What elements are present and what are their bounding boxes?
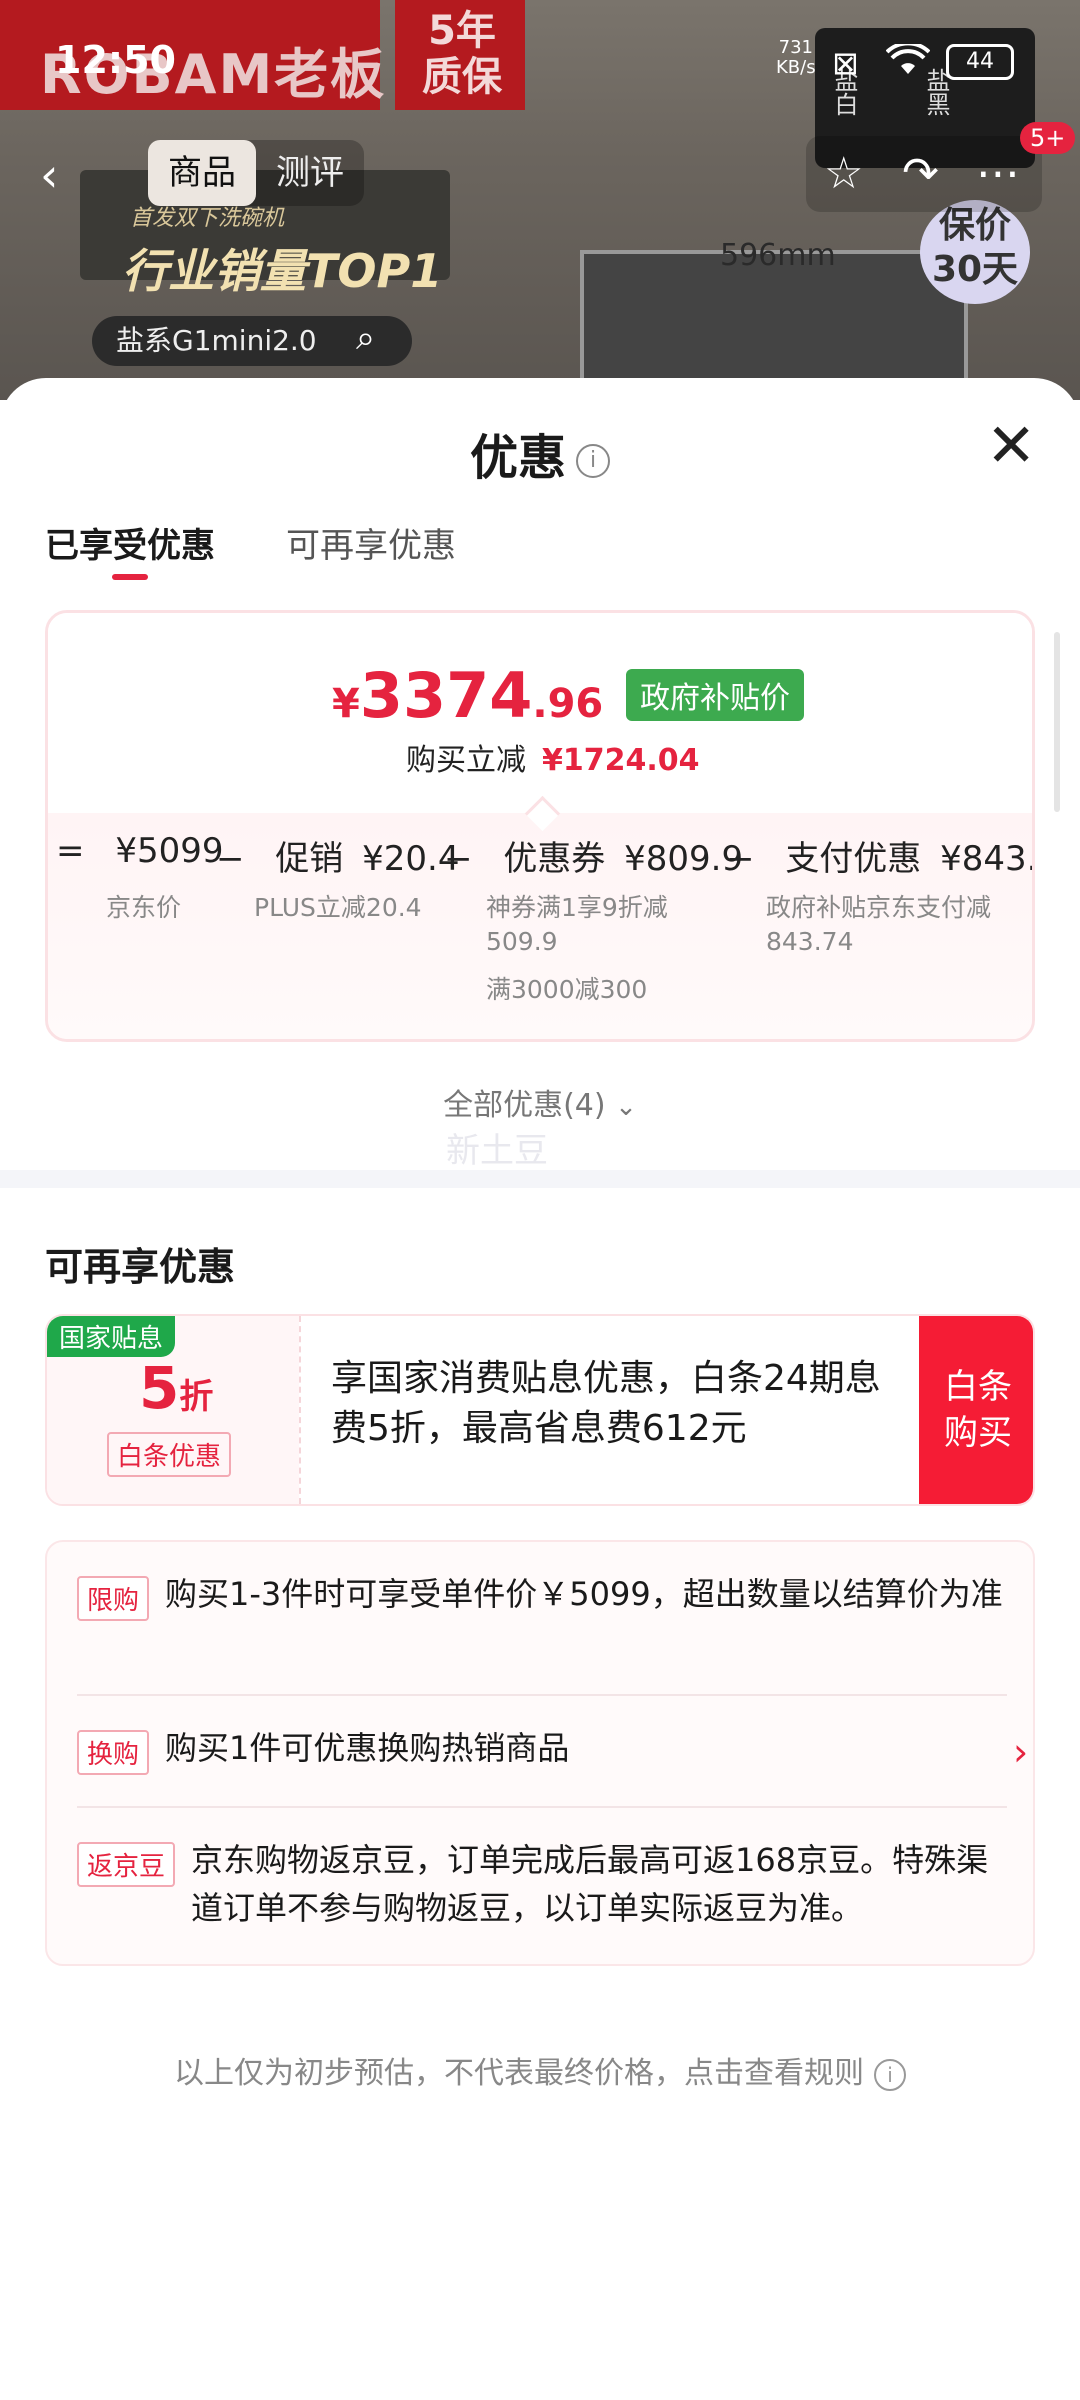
- network-speed: 731 KB/s: [776, 38, 816, 78]
- rule-tag: 返京豆: [77, 1842, 176, 1887]
- rule-tag: 限购: [77, 1576, 150, 1621]
- chevron-right-icon: ›: [1013, 1730, 1029, 1774]
- all-discounts-label: 全部优惠(4): [443, 1088, 606, 1123]
- price-breakdown-card: ¥3374.96 政府补贴价 购买立减 ¥1724.04 = ¥5099 京东价 …: [45, 610, 1035, 1042]
- breakdown-label: 促销: [275, 839, 344, 879]
- baitiao-tag: 白条优惠: [107, 1432, 232, 1477]
- rule-text: 购买1-3件时可享受单件价￥5099，超出数量以结算价为准: [165, 1575, 1003, 1613]
- breakdown-value: ¥5099: [115, 831, 224, 871]
- rule-limit: 限购 购买1-3件时可享受单件价￥5099，超出数量以结算价为准: [77, 1572, 1007, 1668]
- breakdown-note: 政府补贴京东支付减: [766, 893, 992, 922]
- status-time: 12:50: [55, 38, 176, 82]
- section-divider: [0, 1170, 1080, 1188]
- breakdown-value: ¥843.74: [940, 839, 1035, 879]
- wifi-icon: [885, 41, 931, 86]
- final-price: ¥3374.96: [332, 659, 603, 732]
- product-nav-bar: ‹ 商品 测评 ☆ ↷ ⋯ 5+: [0, 122, 1080, 220]
- nav-actions: ☆ ↷ ⋯: [806, 136, 1042, 212]
- baitiao-buy-button[interactable]: 白条 购买: [919, 1316, 1033, 1504]
- breakdown-label: 支付优惠: [785, 839, 922, 879]
- section-title-available: 可再享优惠: [45, 1245, 236, 1289]
- operator-sign: −: [444, 839, 473, 879]
- network-speed-value: 731: [778, 37, 813, 58]
- rule-divider: [77, 1806, 1007, 1808]
- gov-subsidy-tag: 政府补贴价: [626, 669, 804, 721]
- network-speed-unit: KB/s: [776, 57, 816, 78]
- more-icon[interactable]: ⋯: [976, 148, 1020, 199]
- measure-label: 596mm: [720, 238, 836, 273]
- operator-sign: −: [216, 839, 245, 879]
- segment-underline: [112, 574, 148, 580]
- status-bar: 12:50 731 KB/s ⊠ 44: [0, 0, 1080, 110]
- breakdown-note: PLUS立减20.4: [254, 893, 422, 922]
- back-chevron-icon[interactable]: ‹: [40, 148, 58, 202]
- discount-value: 5折: [139, 1354, 213, 1422]
- reduce-line: 购买立减 ¥1724.04: [406, 735, 700, 779]
- breakdown-item-coupon: − 优惠券 ¥809.9: [444, 831, 743, 880]
- baitiao-buy-label: 白条 购买: [944, 1367, 1012, 1453]
- gov-interest-ribbon: 国家贴息: [47, 1316, 176, 1357]
- rule-exchange[interactable]: 换购 购买1件可优惠换购热销商品 ›: [77, 1726, 1028, 1776]
- purchase-rules-card: 限购 购买1-3件时可享受单件价￥5099，超出数量以结算价为准 换购 购买1件…: [45, 1540, 1035, 1966]
- chevron-down-icon: ⌄: [615, 1092, 637, 1122]
- info-icon: i: [874, 2058, 906, 2091]
- breakdown-note: 京东价: [106, 893, 182, 922]
- product-tabs: 商品 测评: [148, 140, 364, 206]
- sheet-title: 优惠 i: [0, 418, 1080, 488]
- breakdown-label: 优惠券: [503, 839, 606, 879]
- close-icon[interactable]: ✕: [986, 416, 1036, 476]
- search-icon[interactable]: ⌕: [356, 318, 418, 364]
- tab-review[interactable]: 测评: [256, 140, 364, 206]
- price-integer: 3374: [359, 659, 533, 732]
- breakdown-note: 509.9: [486, 927, 558, 956]
- scrollbar[interactable]: [1054, 632, 1060, 812]
- reduce-amount: ¥1724.04: [542, 743, 700, 778]
- info-icon[interactable]: i: [576, 444, 610, 478]
- message-badge: 5+: [1020, 122, 1076, 154]
- discount-number: 5: [139, 1354, 180, 1422]
- breakdown-note: 843.74: [766, 927, 854, 956]
- sim-off-icon: ⊠: [832, 44, 859, 82]
- coupon-description: 享国家消费贴息优惠，白条24期息费5折，最高省息费612元: [331, 1358, 881, 1449]
- battery-indicator: 44: [946, 44, 1014, 80]
- star-icon[interactable]: ☆: [824, 148, 863, 199]
- tab-product[interactable]: 商品: [148, 140, 256, 206]
- breakdown-item-jd-price: = ¥5099: [56, 831, 223, 871]
- price-decimal: .96: [532, 681, 604, 727]
- estimate-disclaimer[interactable]: 以上仅为初步预估，不代表最终价格，点击查看规则 i: [0, 2048, 1080, 2092]
- operator-sign: =: [56, 831, 85, 871]
- coupon-divider: [299, 1316, 301, 1504]
- rule-tag: 换购: [77, 1730, 150, 1775]
- reduce-label: 购买立减: [406, 743, 526, 778]
- rule-divider: [77, 1694, 1007, 1696]
- rule-jingdou: 返京豆 京东购物返京豆，订单完成后最高可返168京豆。特殊渠道订单不参与购物返豆…: [77, 1838, 1007, 1938]
- breakdown-note: 神券满1享9折减: [486, 893, 668, 922]
- sheet-title-text: 优惠: [469, 430, 566, 486]
- interest-coupon-card: 国家贴息 5折 白条优惠 享国家消费贴息优惠，白条24期息费5折，最高省息费61…: [45, 1314, 1035, 1506]
- segment-available[interactable]: 可再享优惠: [286, 518, 456, 567]
- discount-sheet: 优惠 i ✕ 已享受优惠 可再享优惠 ¥3374.96 政府补贴价 购买立减 ¥17…: [0, 378, 1080, 2400]
- breakdown-item-promo: − 促销 ¥20.4: [216, 831, 459, 880]
- breakdown-item-payment: − 支付优惠 ¥843.74: [726, 831, 1035, 880]
- breakdown-note: 满3000减300: [486, 975, 648, 1004]
- price-currency: ¥: [332, 681, 360, 727]
- segment-enjoyed[interactable]: 已享受优惠: [45, 518, 215, 567]
- watermark: 新土豆: [446, 1131, 548, 1171]
- all-discounts-link[interactable]: 全部优惠(4) ⌄: [0, 1080, 1080, 1124]
- rule-text: 购买1件可优惠换购热销商品: [165, 1729, 570, 1767]
- discount-unit: 折: [179, 1377, 214, 1417]
- operator-sign: −: [726, 839, 755, 879]
- rank-text: 行业销量TOP1: [122, 244, 443, 298]
- rule-text: 京东购物返京豆，订单完成后最高可返168京豆。特殊渠道订单不参与购物返豆，以订单…: [191, 1841, 989, 1927]
- disclaimer-text: 以上仅为初步预估，不代表最终价格，点击查看规则: [174, 2056, 864, 2091]
- share-icon[interactable]: ↷: [902, 148, 939, 199]
